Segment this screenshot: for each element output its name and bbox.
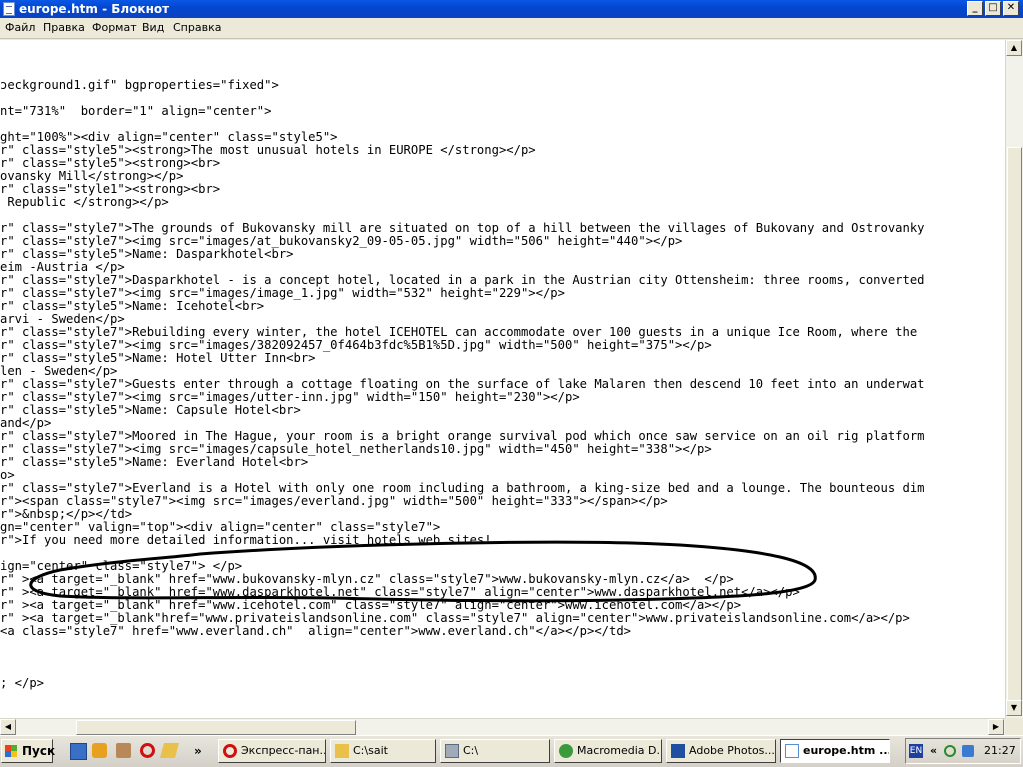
task-drive-c[interactable]: C:\ <box>440 739 550 763</box>
menu-edit[interactable]: Правка <box>43 21 85 34</box>
code-line[interactable] <box>0 664 925 677</box>
vertical-scroll-thumb[interactable] <box>1007 147 1022 707</box>
clock[interactable]: 21:27 <box>984 744 1016 757</box>
task-label: europe.htm ... <box>803 744 890 757</box>
code-line[interactable] <box>0 53 925 66</box>
scrollbar-corner <box>1005 718 1023 735</box>
quicklaunch-hand-icon[interactable] <box>116 743 131 758</box>
task-dreamweaver[interactable]: Macromedia D... <box>554 739 662 763</box>
menu-file[interactable]: Файл <box>5 21 35 34</box>
menu-format[interactable]: Формат <box>92 21 137 34</box>
notepad-icon <box>3 2 15 16</box>
code-line[interactable]: nt="731%" border="1" align="center"> <box>0 105 925 118</box>
start-label: Пуск <box>22 744 56 758</box>
code-line[interactable]: ɔeckground1.gif" bgproperties="fixed"> <box>0 79 925 92</box>
task-notepad[interactable]: europe.htm ... <box>780 739 890 763</box>
code-line[interactable] <box>0 40 925 53</box>
dreamweaver-icon <box>559 744 573 758</box>
code-line[interactable]: r" class="style5">Name: Hotel Utter Inn<… <box>0 352 925 365</box>
system-tray: EN « 21:27 <box>905 738 1021 764</box>
horizontal-scroll-thumb[interactable] <box>76 720 356 735</box>
menu-help[interactable]: Справка <box>173 21 221 34</box>
code-line[interactable]: Republic </strong></p> <box>0 196 925 209</box>
minimize-button[interactable]: _ <box>967 1 983 16</box>
task-label: Macromedia D... <box>577 744 662 757</box>
code-line[interactable]: ; </p> <box>0 677 925 690</box>
horizontal-scrollbar[interactable]: ◀ ▶ <box>0 718 1005 735</box>
taskbar: Пуск » Экспресс-пан... C:\sait C:\ Macro… <box>0 735 1023 767</box>
vertical-scrollbar[interactable]: ▲ ▼ <box>1005 40 1023 718</box>
code-text[interactable]: ɔeckground1.gif" bgproperties="fixed"> nt… <box>0 40 925 690</box>
scroll-left-arrow-icon[interactable]: ◀ <box>0 719 16 735</box>
windows-logo-icon <box>5 745 17 757</box>
quicklaunch-more-icon[interactable]: » <box>194 744 202 758</box>
quicklaunch-save-icon[interactable] <box>70 743 87 760</box>
task-label: C:\sait <box>353 744 388 757</box>
task-label: Экспресс-пан... <box>241 744 326 757</box>
scroll-down-arrow-icon[interactable]: ▼ <box>1006 700 1022 716</box>
task-opera[interactable]: Экспресс-пан... <box>218 739 326 763</box>
quicklaunch-opera-icon[interactable] <box>140 743 155 758</box>
quicklaunch-butterfly-icon[interactable] <box>92 743 107 758</box>
task-photoshop[interactable]: Adobe Photos... <box>666 739 776 763</box>
close-button[interactable]: ✕ <box>1003 1 1019 16</box>
window-controls: _ □ ✕ <box>967 1 1019 16</box>
drive-icon <box>445 744 459 758</box>
code-line[interactable]: <a class="style7" href="www.everland.ch"… <box>0 625 925 638</box>
quicklaunch-pencil-icon[interactable] <box>159 743 180 758</box>
menu-view[interactable]: Вид <box>142 21 164 34</box>
tray-app-icon[interactable] <box>962 745 974 757</box>
tray-expand-chevron-icon[interactable]: « <box>930 744 937 757</box>
task-label: Adobe Photos... <box>689 744 775 757</box>
code-line[interactable] <box>0 638 925 651</box>
maximize-button[interactable]: □ <box>985 1 1001 16</box>
tray-network-icon[interactable] <box>944 745 956 757</box>
task-label: C:\ <box>463 744 479 757</box>
window-title: europe.htm - Блокнот <box>19 2 170 16</box>
code-line[interactable]: r" class="style5">Name: Everland Hotel<b… <box>0 456 925 469</box>
code-line[interactable]: r">If you need more detailed information… <box>0 534 925 547</box>
folder-icon <box>335 744 349 758</box>
notepad-icon <box>785 744 799 758</box>
code-line[interactable] <box>0 651 925 664</box>
task-sait-folder[interactable]: C:\sait <box>330 739 436 763</box>
photoshop-icon <box>671 744 685 758</box>
code-line[interactable]: r"><span class="style7"><img src="images… <box>0 495 925 508</box>
opera-icon <box>223 744 237 758</box>
scroll-right-arrow-icon[interactable]: ▶ <box>988 719 1004 735</box>
code-line[interactable]: r" class="style5">Name: Capsule Hotel<br… <box>0 404 925 417</box>
language-indicator[interactable]: EN <box>909 744 923 758</box>
scroll-up-arrow-icon[interactable]: ▲ <box>1006 40 1022 56</box>
code-line[interactable]: r" class="style5">Name: Icehotel<br> <box>0 300 925 313</box>
title-bar[interactable]: europe.htm - Блокнот _ □ ✕ <box>0 0 1023 18</box>
start-button[interactable]: Пуск <box>1 739 56 763</box>
code-line[interactable]: r" class="style5">Name: Dasparkhotel<br> <box>0 248 925 261</box>
menu-bar: Файл Правка Формат Вид Справка <box>0 18 1023 39</box>
text-editor[interactable]: ɔeckground1.gif" bgproperties="fixed"> nt… <box>0 40 1005 718</box>
